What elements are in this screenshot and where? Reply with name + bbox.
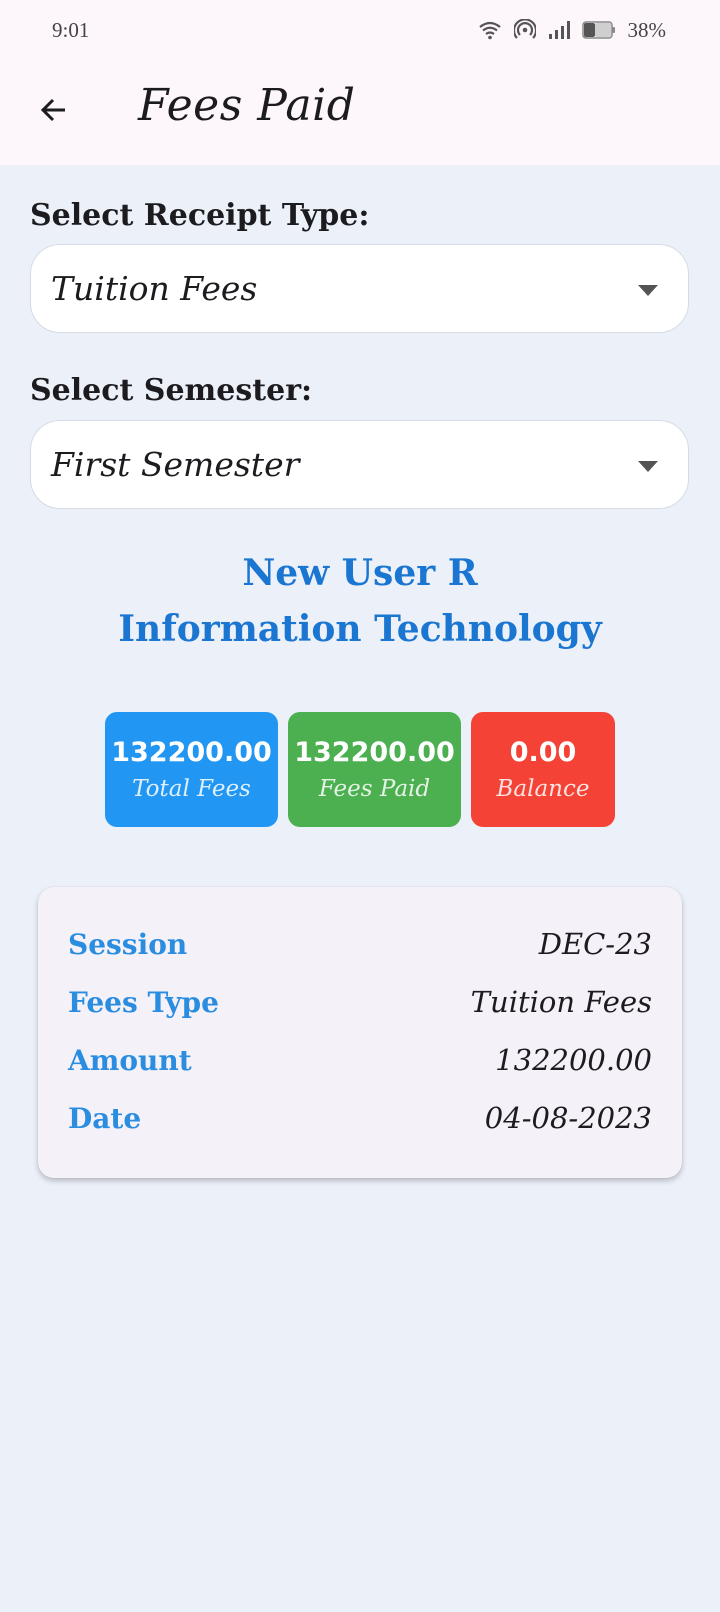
receipt-card[interactable]: Session DEC-23 Fees Type Tuition Fees Am… xyxy=(38,887,682,1178)
back-button[interactable] xyxy=(30,88,78,136)
balance-label: Balance xyxy=(496,775,590,802)
app-bar: Fees Paid xyxy=(0,60,720,165)
page-title: Fees Paid xyxy=(138,80,356,131)
caret-down-icon xyxy=(638,282,658,296)
battery-icon xyxy=(581,21,616,39)
user-info: New User R Information Technology xyxy=(0,545,720,657)
fees-paid-label: Fees Paid xyxy=(318,775,431,802)
wifi-icon xyxy=(478,20,502,40)
receipt-type-dropdown[interactable]: Tuition Fees xyxy=(30,244,689,333)
total-fees-value: 132200.00 xyxy=(111,736,272,768)
fees-paid-card: 132200.00 Fees Paid xyxy=(288,712,461,827)
battery-percent: 38% xyxy=(627,17,667,42)
status-bar: 9:01 38% xyxy=(0,0,720,60)
hotspot-icon xyxy=(513,19,536,41)
receipt-row-date: Date 04-08-2023 xyxy=(68,1089,652,1147)
row-key: Session xyxy=(68,927,188,961)
total-fees-card: 132200.00 Total Fees xyxy=(105,712,278,827)
status-icons: 38% xyxy=(478,17,667,43)
status-time: 9:01 xyxy=(52,18,90,42)
receipt-type-value: Tuition Fees xyxy=(51,269,258,308)
user-department: Information Technology xyxy=(118,608,602,650)
semester-dropdown[interactable]: First Semester xyxy=(30,420,689,509)
receipt-type-label: Select Receipt Type: xyxy=(30,198,370,233)
total-fees-label: Total Fees xyxy=(132,775,251,802)
receipt-row-amount: Amount 132200.00 xyxy=(68,1031,652,1089)
balance-value: 0.00 xyxy=(509,736,577,768)
row-key: Fees Type xyxy=(68,985,219,1019)
row-key: Amount xyxy=(68,1043,192,1077)
balance-card: 0.00 Balance xyxy=(471,712,615,827)
fees-summary: 132200.00 Total Fees 132200.00 Fees Paid… xyxy=(105,712,615,827)
row-value: 04-08-2023 xyxy=(484,1101,652,1135)
row-value: 132200.00 xyxy=(495,1043,652,1077)
user-name: New User R xyxy=(242,552,478,594)
row-key: Date xyxy=(68,1101,142,1135)
row-value: Tuition Fees xyxy=(470,985,652,1019)
fees-paid-value: 132200.00 xyxy=(294,736,455,768)
receipt-row-session: Session DEC-23 xyxy=(68,915,652,973)
row-value: DEC-23 xyxy=(538,927,652,961)
caret-down-icon xyxy=(638,458,658,472)
semester-label: Select Semester: xyxy=(30,373,313,408)
receipt-row-fees-type: Fees Type Tuition Fees xyxy=(68,973,652,1031)
semester-value: First Semester xyxy=(51,445,300,484)
arrow-back-icon xyxy=(38,94,70,130)
signal-icon xyxy=(548,20,570,40)
